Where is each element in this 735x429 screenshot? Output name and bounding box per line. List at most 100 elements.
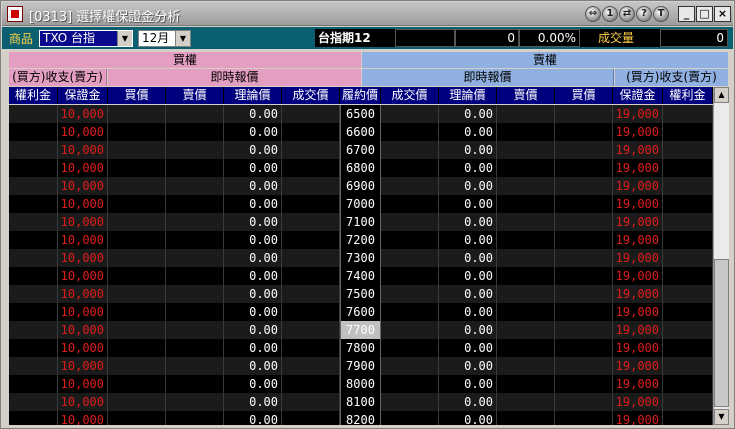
cell-put-bid — [555, 321, 613, 339]
cell-call-ask — [166, 267, 224, 285]
cell-call-ask — [166, 123, 224, 141]
cell-put-theoretical: 0.00 — [439, 411, 497, 425]
table-row[interactable]: 10,000 0.00 8000 0.00 19,000 — [9, 375, 713, 393]
cell-put-ask — [497, 213, 555, 231]
col-header-strike-price[interactable]: 履約價 — [340, 87, 381, 104]
cell-put-premium — [663, 393, 713, 411]
col-header-call-theoretical[interactable]: 理論價 — [224, 87, 282, 104]
table-row[interactable]: 10,000 0.00 7200 0.00 19,000 — [9, 231, 713, 249]
cell-put-last — [381, 285, 439, 303]
cell-call-ask — [166, 285, 224, 303]
scroll-down-icon[interactable]: ▼ — [714, 409, 729, 425]
cell-call-theoretical: 0.00 — [224, 213, 282, 231]
toolbar: 商品 TXO 台指 ▼ 12月 ▼ 台指期12 0 0.00% 成交量 0 — [2, 27, 733, 49]
link-icon[interactable]: ⇔ — [585, 6, 601, 22]
minimize-button[interactable]: _ — [678, 6, 695, 22]
table-row[interactable]: 10,000 0.00 7700 0.00 19,000 — [9, 321, 713, 339]
chevron-down-icon[interactable]: ▼ — [117, 31, 132, 46]
cell-strike-price: 6600 — [340, 123, 381, 141]
cell-put-premium — [663, 411, 713, 425]
cell-call-premium — [9, 231, 58, 249]
cell-put-ask — [497, 411, 555, 425]
col-header-call-margin[interactable]: 保證金 — [58, 87, 108, 104]
top-pin-icon[interactable]: T — [653, 6, 669, 22]
col-header-put-ask[interactable]: 賣價 — [497, 87, 555, 104]
close-button[interactable]: × — [714, 6, 731, 22]
table-row[interactable]: 10,000 0.00 7300 0.00 19,000 — [9, 249, 713, 267]
cell-call-margin: 10,000 — [58, 339, 108, 357]
cell-call-bid — [108, 357, 166, 375]
maximize-button[interactable]: □ — [696, 6, 713, 22]
cell-put-margin: 19,000 — [613, 321, 663, 339]
col-header-put-bid[interactable]: 買價 — [555, 87, 613, 104]
sync-icon[interactable]: ⇄ — [619, 6, 635, 22]
col-header-call-last[interactable]: 成交價 — [282, 87, 340, 104]
index-price — [395, 29, 455, 47]
cell-put-last — [381, 141, 439, 159]
cell-call-premium — [9, 177, 58, 195]
cell-call-last — [282, 321, 340, 339]
group-1-icon[interactable]: 1 — [602, 6, 618, 22]
table-row[interactable]: 10,000 0.00 6500 0.00 19,000 — [9, 105, 713, 123]
cell-put-bid — [555, 411, 613, 425]
col-header-call-premium[interactable]: 權利金 — [9, 87, 58, 104]
cell-call-margin: 10,000 — [58, 123, 108, 141]
title-bar[interactable]: [0313] 選擇權保證金分析 ⇔ 1 ⇄ ? T _ □ × — [2, 2, 733, 26]
cell-call-ask — [166, 303, 224, 321]
cell-put-bid — [555, 285, 613, 303]
cell-call-last — [282, 105, 340, 123]
col-header-call-ask[interactable]: 賣價 — [166, 87, 224, 104]
cell-put-premium — [663, 123, 713, 141]
cell-put-last — [381, 213, 439, 231]
table-row[interactable]: 10,000 0.00 6800 0.00 19,000 — [9, 159, 713, 177]
col-header-put-last[interactable]: 成交價 — [381, 87, 439, 104]
table-row[interactable]: 10,000 0.00 7100 0.00 19,000 — [9, 213, 713, 231]
product-select[interactable]: TXO 台指 ▼ — [39, 30, 133, 47]
cell-strike-price: 7400 — [340, 267, 381, 285]
month-select-value: 12月 — [142, 31, 170, 45]
table-row[interactable]: 10,000 0.00 7900 0.00 19,000 — [9, 357, 713, 375]
vertical-scrollbar[interactable]: ▲ ▼ — [713, 87, 729, 425]
table-row[interactable]: 10,000 0.00 6600 0.00 19,000 — [9, 123, 713, 141]
cell-call-margin: 10,000 — [58, 303, 108, 321]
cell-put-margin: 19,000 — [613, 411, 663, 425]
margin-table: 10,000 0.00 6500 0.00 19,000 10,000 0.00 6600 0.… — [9, 105, 713, 425]
cell-call-last — [282, 213, 340, 231]
help-icon[interactable]: ? — [636, 6, 652, 22]
table-row[interactable]: 10,000 0.00 8200 0.00 19,000 — [9, 411, 713, 425]
cell-call-margin: 10,000 — [58, 141, 108, 159]
window-title: [0313] 選擇權保證金分析 — [29, 10, 181, 25]
col-header-put-margin[interactable]: 保證金 — [613, 87, 663, 104]
scrollbar-thumb[interactable] — [714, 259, 729, 407]
cell-put-premium — [663, 159, 713, 177]
col-header-put-theoretical[interactable]: 理論價 — [439, 87, 497, 104]
cell-call-bid — [108, 339, 166, 357]
cell-strike-price: 7700 — [340, 321, 381, 339]
table-row[interactable]: 10,000 0.00 7400 0.00 19,000 — [9, 267, 713, 285]
cell-call-last — [282, 411, 340, 425]
table-row[interactable]: 10,000 0.00 8100 0.00 19,000 — [9, 393, 713, 411]
table-row[interactable]: 10,000 0.00 6900 0.00 19,000 — [9, 177, 713, 195]
col-header-put-premium[interactable]: 權利金 — [663, 87, 713, 104]
cell-put-premium — [663, 231, 713, 249]
cell-strike-price: 6500 — [340, 105, 381, 123]
table-row[interactable]: 10,000 0.00 6700 0.00 19,000 — [9, 141, 713, 159]
month-select[interactable]: 12月 ▼ — [138, 30, 191, 47]
table-row[interactable]: 10,000 0.00 7600 0.00 19,000 — [9, 303, 713, 321]
cell-call-margin: 10,000 — [58, 285, 108, 303]
cell-put-ask — [497, 375, 555, 393]
cell-call-last — [282, 393, 340, 411]
table-row[interactable]: 10,000 0.00 7000 0.00 19,000 — [9, 195, 713, 213]
table-row[interactable]: 10,000 0.00 7500 0.00 19,000 — [9, 285, 713, 303]
cell-call-ask — [166, 195, 224, 213]
cell-put-margin: 19,000 — [613, 393, 663, 411]
table-row[interactable]: 10,000 0.00 7800 0.00 19,000 — [9, 339, 713, 357]
col-header-call-bid[interactable]: 買價 — [108, 87, 166, 104]
scroll-up-icon[interactable]: ▲ — [714, 87, 729, 103]
chevron-down-icon[interactable]: ▼ — [175, 31, 190, 46]
cell-call-premium — [9, 141, 58, 159]
cell-call-premium — [9, 267, 58, 285]
cell-call-bid — [108, 105, 166, 123]
cell-put-bid — [555, 177, 613, 195]
cell-call-theoretical: 0.00 — [224, 159, 282, 177]
